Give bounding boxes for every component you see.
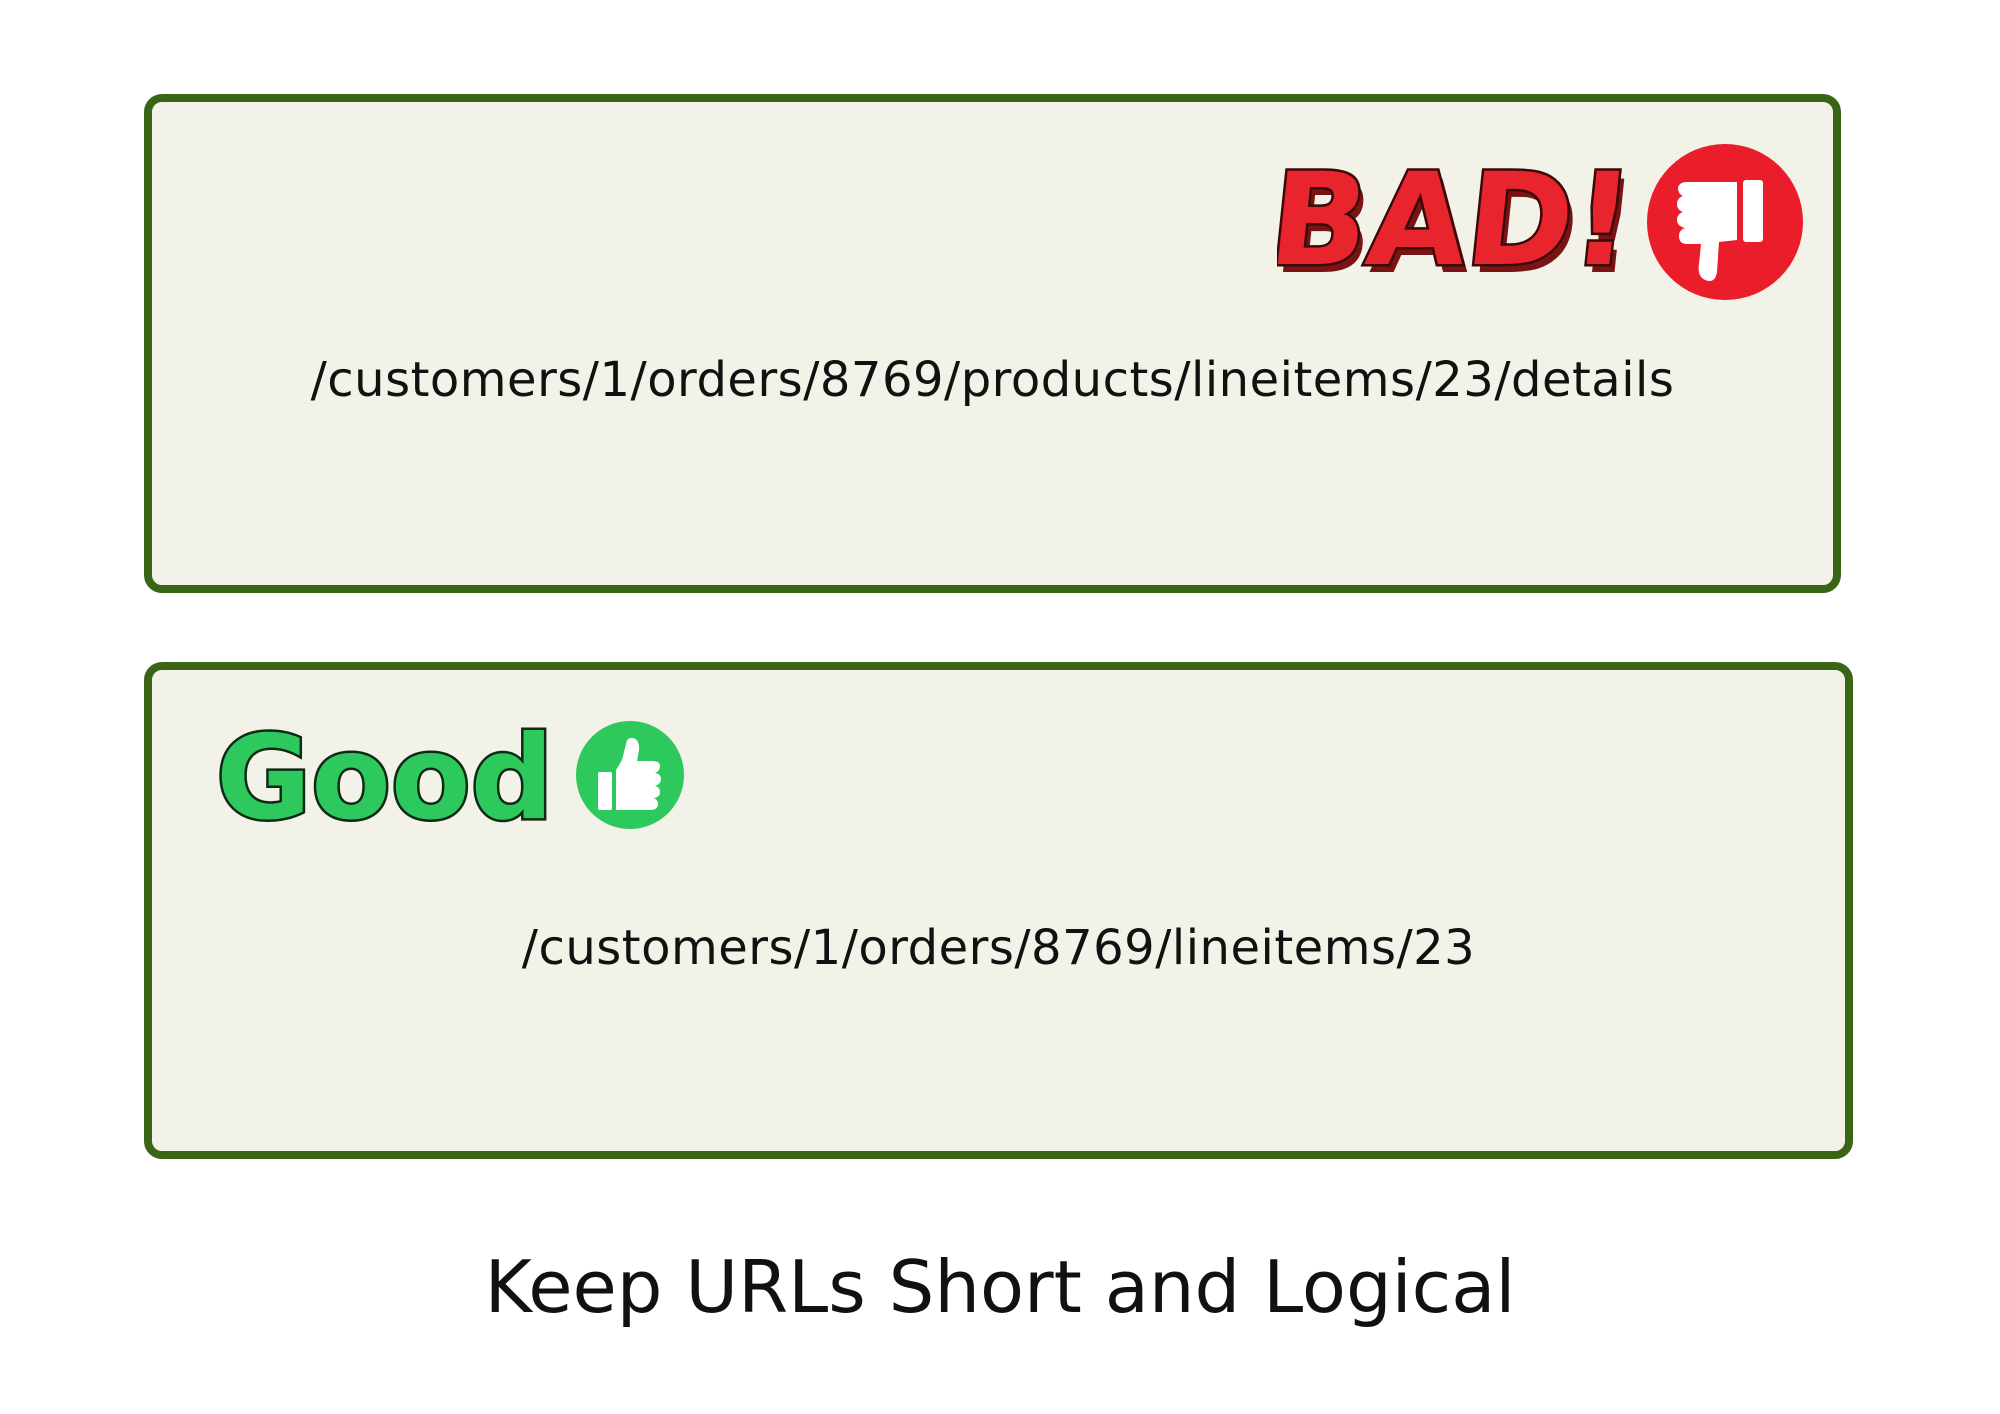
- good-badge: Good: [212, 710, 712, 840]
- caption: Keep URLs Short and Logical: [484, 1245, 1516, 1329]
- bad-example-panel: BAD! BAD! /customers/1/orders/8769/produ…: [144, 94, 1841, 593]
- thumbs-up-icon: [576, 721, 684, 829]
- bad-badge: BAD! BAD!: [1277, 122, 1817, 302]
- bad-label: BAD!: [1277, 146, 1640, 295]
- bad-url-text: /customers/1/orders/8769/products/lineit…: [310, 352, 1675, 408]
- good-label: Good: [216, 711, 554, 840]
- good-label-art: Good: [214, 710, 684, 840]
- good-example-panel: Good /customers/1/orders/8769/lineitems/…: [144, 662, 1853, 1159]
- thumbs-down-icon: [1647, 144, 1803, 300]
- good-url-text: /customers/1/orders/8769/lineitems/23: [521, 920, 1476, 976]
- bad-label-art: BAD! BAD!: [1277, 144, 1803, 302]
